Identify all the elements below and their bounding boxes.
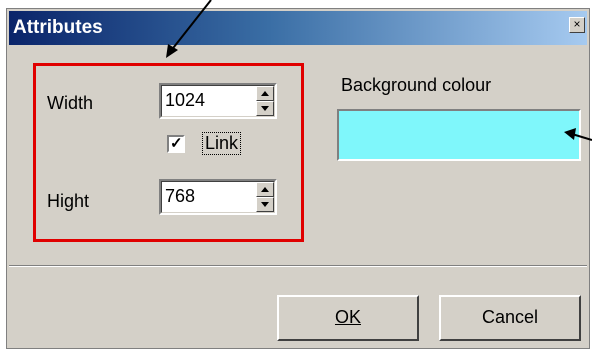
right-arrow-icon bbox=[571, 133, 592, 141]
top-arrow-head bbox=[166, 44, 178, 58]
annotation-arrows bbox=[166, 0, 592, 141]
top-arrow-icon bbox=[169, 0, 212, 53]
right-arrow-head bbox=[564, 128, 576, 140]
